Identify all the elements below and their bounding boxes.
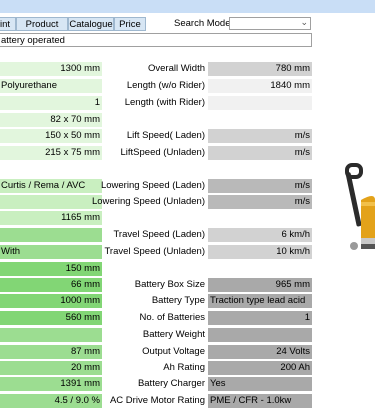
spec-value-field[interactable] [208, 328, 312, 342]
spec-value-field[interactable] [0, 228, 102, 242]
spec-value-field[interactable]: m/s [208, 146, 312, 160]
tab-price[interactable]: Price [114, 17, 146, 31]
spec-value-field[interactable]: 1165 mm [0, 211, 102, 225]
tab-catalogue[interactable]: Catalogue [68, 17, 114, 31]
spec-label: Lowering Speed (Unladen) [91, 196, 205, 207]
spec-value-field[interactable]: 965 mm [208, 278, 312, 292]
spec-value-field[interactable]: 87 mm [0, 345, 102, 359]
spec-value-field[interactable]: 1300 mm [0, 62, 102, 76]
spec-label: Length (w/o Rider) [126, 80, 205, 91]
spec-value-field[interactable]: 1391 mm [0, 377, 102, 391]
spec-label: Overall Width [147, 63, 205, 74]
spec-value-field[interactable]: 150 x 50 mm [0, 129, 102, 143]
spec-value-field[interactable]: PME / CFR - 1.0kw [208, 394, 312, 408]
window-header-bar [0, 0, 375, 13]
spec-value-field[interactable]: m/s [208, 129, 312, 143]
spec-value-field[interactable]: 1 [208, 311, 312, 325]
spec-label: Length (with Rider) [124, 97, 205, 108]
spec-value-field[interactable] [0, 195, 102, 209]
spec-label: Battery Box Size [134, 279, 205, 290]
spec-value-field[interactable]: Yes [208, 377, 312, 391]
spec-value-field[interactable]: m/s [208, 195, 312, 209]
spec-value-field[interactable]: 82 x 70 mm [0, 113, 102, 127]
spec-value-field[interactable]: 1840 mm [208, 79, 312, 93]
spec-value-field[interactable]: 20 mm [0, 361, 102, 375]
model-description-field[interactable]: attery operated [0, 33, 312, 47]
spec-label: No. of Batteries [139, 312, 205, 323]
spec-label: Ah Rating [163, 362, 205, 373]
spec-value-field[interactable]: Polyurethane [0, 79, 102, 93]
spec-value-field[interactable]: 1 [0, 96, 102, 110]
search-model-label: Search Model [174, 18, 233, 29]
spec-value-field[interactable]: 10 km/h [208, 245, 312, 259]
spec-value-field[interactable]: Curtis / Rema / AVC [0, 179, 102, 193]
spec-value-field[interactable]: 1000 mm [0, 294, 102, 308]
spec-label: Battery Charger [137, 378, 205, 389]
spec-label: Lowering Speed (Laden) [100, 180, 205, 191]
spec-label: Travel Speed (Laden) [113, 229, 205, 240]
tab-product[interactable]: Product [16, 17, 68, 31]
spec-label: Output Voltage [142, 346, 205, 357]
tab-print[interactable]: int [0, 17, 16, 31]
spec-value-field[interactable]: 4.5 / 9.0 % [0, 394, 102, 408]
spec-label: AC Drive Motor Rating [109, 395, 205, 406]
spec-label: Lift Speed( Laden) [126, 130, 205, 141]
spec-value-field[interactable]: 780 mm [208, 62, 312, 76]
spec-value-field[interactable] [0, 328, 102, 342]
spec-label: Battery Weight [142, 329, 205, 340]
spec-value-field[interactable]: m/s [208, 179, 312, 193]
spec-value-field[interactable]: 560 mm [0, 311, 102, 325]
spec-value-field[interactable]: 66 mm [0, 278, 102, 292]
spec-label: Travel Speed (Unladen) [104, 246, 205, 257]
search-model-dropdown[interactable]: ⌄ [229, 17, 311, 30]
spec-value-field[interactable]: 150 mm [0, 262, 102, 276]
pallet-truck-image [345, 163, 375, 250]
spec-label: LiftSpeed (Unladen) [120, 147, 206, 158]
spec-value-field[interactable]: Traction type lead acid [208, 294, 312, 308]
spec-value-field[interactable]: 24 Volts [208, 345, 312, 359]
spec-value-field[interactable] [208, 96, 312, 110]
spec-value-field[interactable]: 6 km/h [208, 228, 312, 242]
spec-value-field[interactable]: 200 Ah [208, 361, 312, 375]
chevron-down-icon[interactable]: ⌄ [300, 17, 308, 28]
spec-value-field[interactable]: 215 x 75 mm [0, 146, 102, 160]
spec-label: Battery Type [151, 295, 205, 306]
spec-value-field[interactable]: With [0, 245, 102, 259]
